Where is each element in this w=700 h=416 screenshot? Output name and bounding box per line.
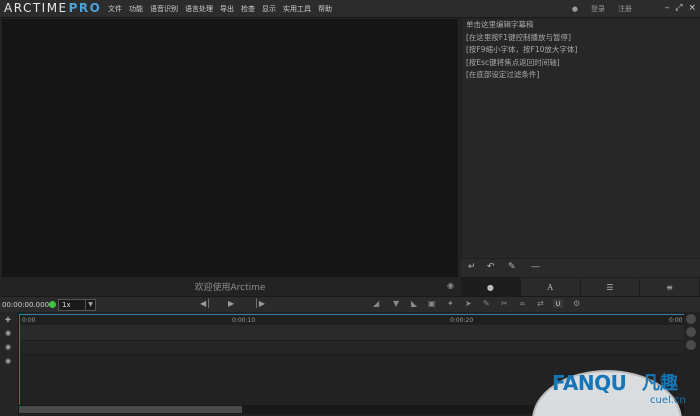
user-icon[interactable]: ● — [572, 5, 578, 13]
editor-text[interactable]: 单击这里编辑字幕稿 [在这里按F1键控制播放与暂停] [按F9缩小字体，按F10… — [466, 19, 577, 82]
video-preview[interactable] — [2, 19, 458, 277]
eye-icon[interactable]: ◉ — [5, 329, 11, 337]
speech-bubble-icon: ● — [486, 283, 494, 292]
watermark-brand: FANQU — [552, 371, 627, 395]
time-ruler[interactable]: 0:00 0:00:10 0:00:20 0:00 — [19, 314, 684, 326]
zoom-out-icon[interactable] — [686, 327, 696, 337]
marker-left-icon[interactable]: ◢ — [373, 299, 379, 308]
zoom-fit-icon[interactable] — [686, 340, 696, 350]
watermark-url: cuel.cn — [650, 395, 686, 406]
editor-line: [按Esc键将焦点返回时间轴] — [466, 57, 560, 67]
playhead[interactable] — [19, 315, 20, 405]
main-menu: 文件 功能 语音识别 语言处理 导出 检查 显示 实用工具 帮助 — [108, 4, 332, 14]
insert-icon[interactable]: ↵ — [468, 262, 476, 272]
marker-right-icon[interactable]: ◣ — [411, 299, 417, 308]
watermark-brand-cn: 凡趣 — [642, 373, 678, 394]
editor-line: 单击这里编辑字幕稿 — [466, 20, 534, 29]
tick-label: 0:00:20 — [450, 317, 474, 324]
menu-display[interactable]: 显示 — [262, 4, 276, 14]
tick-label: 0:00 — [22, 317, 36, 324]
scissors-icon[interactable]: ✂ — [501, 299, 508, 308]
play-icon[interactable]: ▶ — [228, 299, 234, 308]
cursor-icon[interactable]: ➤ — [465, 299, 472, 308]
logo-pro: PRO — [68, 1, 102, 15]
magnet-icon[interactable]: ∪ — [553, 299, 563, 308]
tick-label: 0:00 — [669, 317, 683, 324]
pencil-icon[interactable]: ✎ — [508, 262, 516, 272]
prev-icon[interactable]: ◀│ — [200, 299, 211, 308]
eye-icon[interactable]: ◉ — [5, 357, 11, 365]
maximize-icon[interactable]: ⤢ — [675, 3, 682, 14]
move-icon[interactable]: ✚ — [5, 316, 11, 324]
magic-icon[interactable]: ✦ — [447, 299, 454, 308]
menu-file[interactable]: 文件 — [108, 4, 122, 14]
undo-icon[interactable]: ↶ — [487, 262, 495, 272]
subtitle-track[interactable] — [19, 326, 684, 341]
editor-tabs: ● A ☰ ≡ — [461, 277, 700, 297]
tab-comments[interactable]: ● — [461, 278, 521, 297]
link-icon[interactable]: ∞ — [519, 299, 526, 308]
menu-speech-recognition[interactable]: 语音识别 — [150, 4, 178, 14]
menu-function[interactable]: 功能 — [129, 4, 143, 14]
eye-icon[interactable]: ◉ — [5, 343, 11, 351]
subtitle-editor[interactable]: 单击这里编辑字幕稿 [在这里按F1键控制播放与暂停] [按F9缩小字体，按F10… — [461, 19, 700, 258]
chevron-down-icon[interactable]: ▼ — [85, 300, 95, 310]
scrollbar-thumb[interactable] — [19, 406, 242, 413]
tab-font[interactable]: A — [521, 278, 581, 297]
editor-line: [在这里按F1键控制播放与暂停] — [466, 32, 571, 42]
menu-export[interactable]: 导出 — [220, 4, 234, 14]
track-headers: ✚ ◉ ◉ ◉ — [0, 312, 19, 416]
list-icon: ☰ — [606, 283, 614, 292]
watermark-logo: FANQU 凡趣 cuel.cn — [532, 366, 700, 416]
status-dot-icon — [49, 301, 56, 308]
app-logo: ARCTIMEPRO — [4, 1, 101, 15]
zoom-in-icon[interactable] — [686, 314, 696, 324]
menu-help[interactable]: 帮助 — [318, 4, 332, 14]
subtitle-track[interactable] — [19, 341, 684, 355]
edit-icon[interactable]: ✎ — [483, 299, 490, 308]
account-area: ● 登录 注册 — [572, 4, 632, 14]
editor-line: [按F9缩小字体，按F10放大字体] — [466, 45, 578, 54]
register-link[interactable]: 注册 — [618, 4, 632, 14]
minus-icon[interactable]: — — [531, 262, 540, 272]
editor-line: [在底部设定过滤条件] — [466, 70, 540, 79]
menu-bar: ARCTIMEPRO 文件 功能 语音识别 语言处理 导出 检查 显示 实用工具… — [0, 0, 700, 18]
logo-main: ARCTIME — [4, 1, 68, 15]
close-icon[interactable]: × — [688, 3, 696, 14]
tab-list[interactable]: ☰ — [581, 278, 641, 297]
timecode: 00:00:00.000 — [2, 301, 50, 309]
marker-down-icon[interactable]: ▼ — [393, 299, 399, 308]
eye-icon[interactable]: ◉ — [447, 281, 454, 290]
tick-label: 0:00:10 — [232, 317, 256, 324]
minimize-icon[interactable]: – — [665, 3, 670, 14]
menu-tools[interactable]: 实用工具 — [283, 4, 311, 14]
speed-value: 1x — [62, 301, 71, 309]
editor-toolbar: ↵ ↶ ✎ — — [461, 258, 700, 277]
menu-check[interactable]: 检查 — [241, 4, 255, 14]
window-controls: – ⤢ × — [665, 3, 696, 14]
gear-icon[interactable]: ⚙ — [573, 299, 580, 308]
transport-bar: 00:00:00.000 1x ▼ ◀│ ▶ │▶ ◢ ▼ ◣ ▣ ✦ ➤ ✎ … — [0, 296, 700, 312]
menu-language-processing[interactable]: 语言处理 — [185, 4, 213, 14]
sliders-icon: ≡ — [666, 283, 673, 292]
tab-settings[interactable]: ≡ — [640, 278, 700, 297]
video-caption-bar: 欢迎使用Arctime ◉ — [2, 277, 458, 296]
speed-select[interactable]: 1x ▼ — [58, 299, 96, 311]
zoom-controls — [686, 314, 698, 353]
swap-icon[interactable]: ⇄ — [537, 299, 544, 308]
camera-icon[interactable]: ▣ — [428, 299, 436, 308]
login-link[interactable]: 登录 — [591, 4, 605, 14]
font-icon: A — [547, 283, 554, 292]
next-icon[interactable]: │▶ — [254, 299, 265, 308]
welcome-text: 欢迎使用Arctime — [194, 283, 266, 293]
